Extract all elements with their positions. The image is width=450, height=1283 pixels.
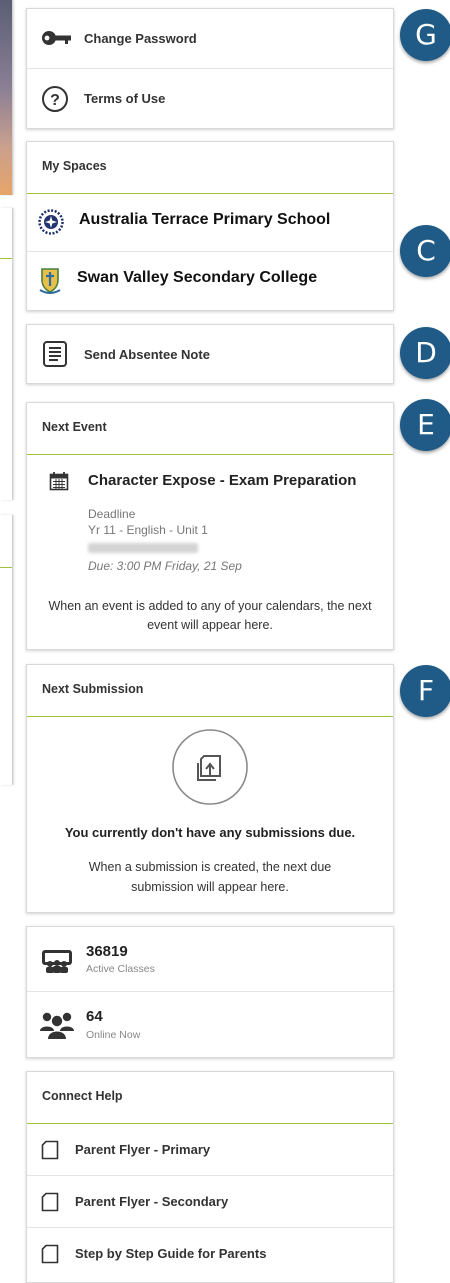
space-item[interactable]: Swan Valley Secondary College [27,251,393,310]
space-item[interactable]: Australia Terrace Primary School [27,194,393,251]
annotation-badge-f: F [400,665,450,717]
document-icon [41,1140,59,1160]
space-name: Australia Terrace Primary School [79,211,331,228]
active-classes-label: Active Classes [86,963,155,975]
blurred-teacher-name [88,543,198,553]
absentee-note-card[interactable]: Send Absentee Note [26,324,394,384]
my-spaces-card: My Spaces Australia Terrace Primary Scho… [26,141,394,311]
my-spaces-title: My Spaces [42,159,107,173]
help-link-label: Parent Flyer - Primary [75,1142,211,1157]
next-event-header: Next Event [27,403,393,455]
help-link-item[interactable]: Step by Step Guide for Parents [27,1227,393,1279]
next-event-title: Next Event [42,420,107,434]
online-now-label: Online Now [86,1029,141,1041]
school-crest-icon [39,268,61,294]
no-submissions-note: When a submission is created, the next d… [88,860,332,894]
stat-online-now: 64 Online Now [27,991,393,1057]
next-submission-title: Next Submission [42,682,144,696]
change-password-label: Change Password [84,31,197,46]
event-class: Yr 11 - English - Unit 1 [88,523,208,537]
account-card: Change Password ? Terms of Use [26,8,394,129]
svg-text:?: ? [50,92,60,109]
upload-document-icon [172,729,248,805]
event-due: Due: 3:00 PM Friday, 21 Sep [88,559,242,573]
help-link-item[interactable]: Parent Flyer - Secondary [27,1175,393,1227]
no-submissions-heading: You currently don't have any submissions… [64,825,356,840]
next-event-note: When an event is added to any of your ca… [48,599,372,632]
connect-help-header: Connect Help [27,1072,393,1124]
content-card-edge [0,515,13,785]
connect-help-card: Connect Help Parent Flyer - Primary Pare… [26,1071,394,1283]
stat-active-classes: 36819 Active Classes [27,927,393,991]
content-card-edge [0,208,13,500]
users-group-icon [40,1012,74,1039]
absentee-note-label: Send Absentee Note [84,347,210,362]
event-type: Deadline [88,507,136,521]
school-crest-icon [38,209,64,235]
online-now-count: 64 [86,1008,103,1025]
card-divider [0,258,12,259]
document-icon [41,1192,59,1212]
note-icon [43,341,67,367]
next-submission-card: Next Submission You currently don't have… [26,664,394,913]
event-title[interactable]: Character Expose - Exam Preparation [88,472,356,489]
document-icon [41,1244,59,1264]
help-link-label: Step by Step Guide for Parents [75,1246,267,1261]
help-link-label: Parent Flyer - Secondary [75,1194,229,1209]
terms-of-use-item[interactable]: ? Terms of Use [27,68,393,128]
terms-of-use-label: Terms of Use [84,91,166,106]
active-classes-count: 36819 [86,943,128,960]
help-circle-icon: ? [42,86,68,112]
key-icon [42,31,71,45]
annotation-badge-c: C [400,225,450,277]
connect-help-title: Connect Help [42,1089,123,1103]
stats-card: 36819 Active Classes 64 Online Now [26,926,394,1058]
annotation-badge-g: G [400,9,450,61]
next-submission-header: Next Submission [27,665,393,717]
annotation-badge-d: D [400,327,450,379]
help-link-item[interactable]: Parent Flyer - Primary [27,1124,393,1175]
card-divider [0,567,12,568]
background-photo-edge [0,0,13,195]
space-name: Swan Valley Secondary College [77,269,318,286]
change-password-item[interactable]: Change Password [27,9,393,68]
my-spaces-header: My Spaces [27,142,393,194]
classroom-icon [42,950,72,973]
calendar-icon [49,472,69,491]
next-event-card: Next Event Character Expose - Exam Prepa… [26,402,394,650]
annotation-badge-e: E [400,399,450,451]
